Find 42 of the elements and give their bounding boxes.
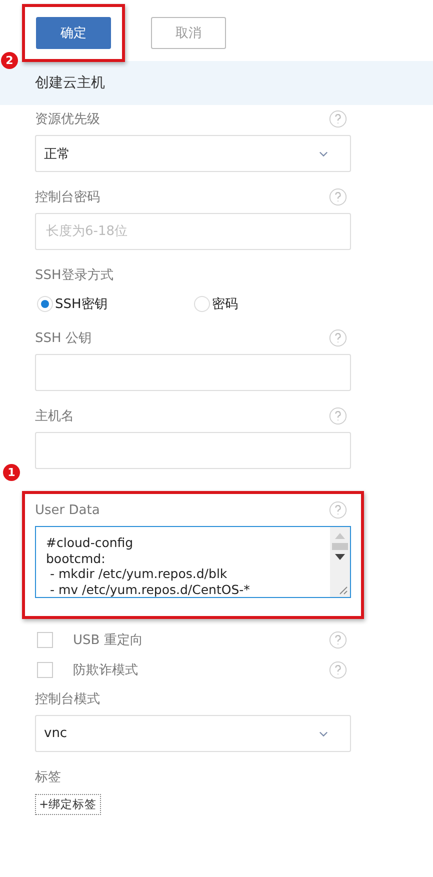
radio-button[interactable] xyxy=(194,296,210,312)
input-field[interactable] xyxy=(35,354,351,391)
scroll-thumb[interactable] xyxy=(332,543,348,550)
help-icon[interactable] xyxy=(329,407,347,425)
field-label: 主机名 xyxy=(35,408,74,425)
scrollbar[interactable] xyxy=(330,527,350,597)
checkbox-label: 防欺诈模式 xyxy=(73,662,139,679)
step-badge: 1 xyxy=(3,464,20,481)
input-field[interactable] xyxy=(35,432,351,469)
help-icon[interactable] xyxy=(329,631,347,649)
radio-label: SSH密钥 xyxy=(55,296,108,313)
button[interactable]: 确定 xyxy=(36,17,111,49)
select-field[interactable]: 正常 xyxy=(35,135,351,172)
scroll-down-icon[interactable] xyxy=(335,554,345,560)
field-label: 控制台密码 xyxy=(35,189,100,206)
field-label: 资源优先级 xyxy=(35,111,100,128)
help-icon[interactable] xyxy=(329,501,347,519)
chevron-down-icon xyxy=(319,730,328,736)
bind-tag-button[interactable]: +绑定标签 xyxy=(35,794,101,815)
help-icon[interactable] xyxy=(329,188,347,206)
checkbox[interactable] xyxy=(37,632,53,648)
field-label: SSH登录方式 xyxy=(35,267,114,284)
radio-label: 密码 xyxy=(212,296,238,313)
page-title: 创建云主机 xyxy=(35,74,105,92)
scroll-up-icon[interactable] xyxy=(335,533,345,539)
field-label: SSH 公钥 xyxy=(35,330,92,347)
help-icon[interactable] xyxy=(329,329,347,347)
help-icon[interactable] xyxy=(329,110,347,128)
input-field[interactable]: 长度为6-18位 xyxy=(35,213,351,250)
field-label: 控制台模式 xyxy=(35,691,100,708)
select-field[interactable]: vnc xyxy=(35,715,351,752)
radio-button[interactable] xyxy=(37,296,53,312)
step-badge: 2 xyxy=(1,52,18,69)
code-text: #cloud-config bootcmd: - mkdir /etc/yum.repos.d/blk - mv /etc/yum.repos.d/CentOS-* xyxy=(45,534,251,597)
help-icon[interactable] xyxy=(329,661,347,679)
checkbox-label: USB 重定向 xyxy=(73,632,144,649)
field-label: 标签 xyxy=(35,769,61,786)
user-data-field[interactable]: #cloud-config bootcmd: - mkdir /etc/yum.repos.d/blk - mv /etc/yum.repos.d/CentOS-* xyxy=(35,526,351,598)
field-label: User Data xyxy=(35,502,100,518)
resize-grip-icon[interactable] xyxy=(338,585,348,595)
checkbox[interactable] xyxy=(37,662,53,678)
chevron-down-icon xyxy=(319,150,328,156)
